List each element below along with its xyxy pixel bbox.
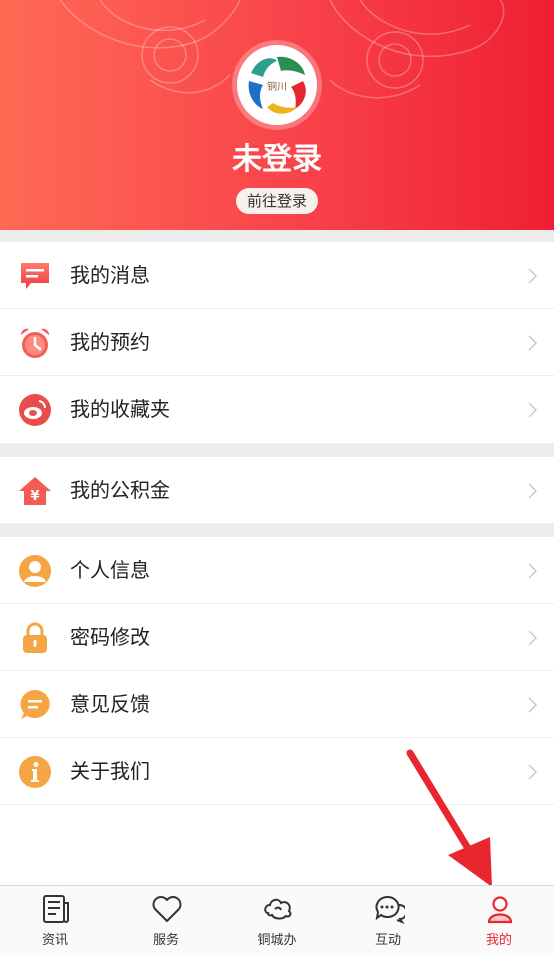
chat-icon — [375, 895, 405, 925]
section-separator — [0, 523, 554, 537]
menu-item-label: 我的收藏夹 — [70, 397, 170, 421]
section-separator — [0, 443, 554, 457]
row-divider — [0, 804, 554, 805]
chevron-right-icon — [528, 268, 538, 284]
menu-group-settings: 个人信息 密码修改 意见反馈 关于我们 — [0, 537, 554, 805]
avatar-logo[interactable]: 铜川 — [237, 45, 317, 125]
tab-label: 我的 — [485, 933, 512, 948]
menu-item-label: 我的预约 — [70, 330, 150, 354]
weibo-icon — [19, 394, 51, 426]
profile-icon — [487, 896, 513, 924]
alarm-clock-icon — [20, 328, 50, 358]
menu-item-housing-fund[interactable]: ¥ 我的公积金 — [0, 457, 554, 523]
tab-news[interactable]: 资讯 — [0, 886, 110, 956]
menu-item-my-appointments[interactable]: 我的预约 — [0, 309, 554, 376]
chevron-right-icon — [528, 483, 538, 499]
person-icon — [19, 555, 51, 587]
login-status-title: 未登录 — [232, 142, 322, 177]
chevron-right-icon — [528, 764, 538, 780]
feedback-icon — [20, 690, 50, 719]
menu-item-my-favorites[interactable]: 我的收藏夹 — [0, 376, 554, 443]
menu-item-about-us[interactable]: 关于我们 — [0, 738, 554, 805]
heart-icon — [152, 896, 182, 922]
menu-item-personal-info[interactable]: 个人信息 — [0, 537, 554, 604]
menu-item-label: 意见反馈 — [70, 692, 150, 716]
menu-item-my-messages[interactable]: 我的消息 — [0, 242, 554, 309]
news-icon — [43, 895, 69, 923]
lock-icon — [23, 622, 47, 653]
menu-group-account: 我的消息 我的预约 我的收藏夹 — [0, 242, 554, 443]
message-icon — [21, 263, 49, 289]
tab-label: 服务 — [152, 933, 179, 948]
house-yuan-icon: ¥ — [19, 477, 51, 505]
menu-item-change-password[interactable]: 密码修改 — [0, 604, 554, 671]
chevron-right-icon — [528, 563, 538, 579]
chevron-right-icon — [528, 630, 538, 646]
chevron-right-icon — [528, 335, 538, 351]
menu-item-label: 我的公积金 — [70, 478, 170, 502]
tab-mine[interactable]: 我的 — [444, 886, 554, 956]
tab-tongcheng-office[interactable]: 铜城办 — [222, 886, 332, 956]
menu-item-label: 我的消息 — [70, 263, 150, 287]
bottom-tab-bar: 资讯 服务 铜城办 互动 我的 — [0, 885, 554, 956]
section-separator — [0, 230, 554, 242]
tab-label: 资讯 — [41, 933, 68, 948]
menu-group-fund: ¥ 我的公积金 — [0, 457, 554, 523]
cloud-icon — [264, 898, 292, 920]
go-login-button[interactable]: 前往登录 — [236, 188, 318, 214]
tab-interaction[interactable]: 互动 — [333, 886, 443, 956]
tab-label: 互动 — [374, 933, 401, 948]
svg-text:¥: ¥ — [30, 489, 39, 504]
profile-header: 铜川 未登录 前往登录 — [0, 0, 554, 230]
tab-label: 铜城办 — [257, 933, 297, 948]
menu-item-label: 个人信息 — [70, 558, 150, 582]
chevron-right-icon — [528, 697, 538, 713]
info-icon — [19, 756, 51, 788]
tab-services[interactable]: 服务 — [111, 886, 221, 956]
menu-item-feedback[interactable]: 意见反馈 — [0, 671, 554, 738]
logo-text: 铜川 — [267, 82, 287, 93]
menu-item-label: 密码修改 — [70, 625, 150, 649]
chevron-right-icon — [528, 402, 538, 418]
menu-item-label: 关于我们 — [70, 759, 150, 783]
